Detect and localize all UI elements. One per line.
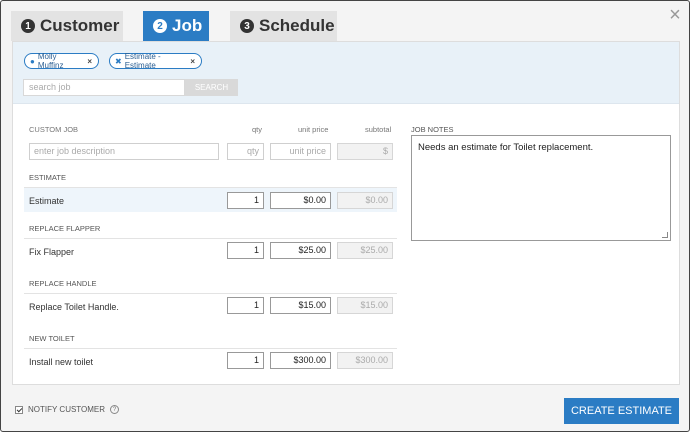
close-icon[interactable]: × xyxy=(667,5,683,25)
qty-input[interactable]: 1 xyxy=(227,192,264,209)
item-name: Estimate xyxy=(29,196,65,206)
qty-input[interactable]: 1 xyxy=(227,297,264,314)
job-notes-label: JOB NOTES xyxy=(411,125,454,134)
customer-chip[interactable]: ● Molly Muffinz × xyxy=(24,52,99,70)
notify-customer-checkbox[interactable] xyxy=(15,405,23,414)
unit-price-header: unit price xyxy=(298,125,329,134)
person-icon: ● xyxy=(30,56,35,66)
tab-schedule-label: Schedule xyxy=(259,16,335,35)
tab-schedule[interactable]: 3 Schedule xyxy=(230,11,337,41)
subtotal-field: $300.00 xyxy=(337,352,393,369)
step-number-2: 2 xyxy=(153,19,167,33)
tab-customer[interactable]: 1 Customer xyxy=(11,11,123,41)
qty-input[interactable]: 1 xyxy=(227,242,264,259)
estimate-chip[interactable]: ✖ Estimate - Estimate × xyxy=(109,52,202,70)
step-number-1: 1 xyxy=(21,19,35,33)
section-label-new-toilet: NEW TOILET xyxy=(29,334,75,343)
tab-job[interactable]: 2 Job xyxy=(143,11,209,41)
tab-customer-label: Customer xyxy=(40,16,120,35)
custom-qty-input[interactable]: qty xyxy=(227,143,264,160)
custom-job-header: CUSTOM JOB xyxy=(29,125,79,134)
search-job-input[interactable]: search job xyxy=(23,79,185,96)
resize-grip-icon[interactable] xyxy=(662,232,668,238)
item-name: Fix Flapper xyxy=(29,247,75,257)
section-label-estimate: ESTIMATE xyxy=(29,173,66,182)
job-search-area: ● Molly Muffinz × ✖ Estimate - Estimate … xyxy=(13,42,679,104)
step-number-3: 3 xyxy=(240,19,254,33)
unit-price-input[interactable]: $25.00 xyxy=(270,242,331,259)
subtotal-field: $25.00 xyxy=(337,242,393,259)
create-estimate-button[interactable]: CREATE ESTIMATE xyxy=(564,398,679,424)
section-label-replace-handle: REPLACE HANDLE xyxy=(29,279,97,288)
qty-input[interactable]: 1 xyxy=(227,352,264,369)
customer-chip-label: Molly Muffinz xyxy=(37,52,64,70)
help-icon[interactable]: ? xyxy=(110,405,120,414)
notify-customer-toggle[interactable]: NOTIFY CUSTOMER ? xyxy=(15,405,120,414)
job-description-input[interactable]: enter job description xyxy=(29,143,219,160)
item-name: Replace Toilet Handle. xyxy=(29,302,119,312)
subtotal-field: $15.00 xyxy=(337,297,393,314)
subtotal-header: subtotal xyxy=(365,125,392,134)
job-panel: ● Molly Muffinz × ✖ Estimate - Estimate … xyxy=(12,41,680,385)
tools-icon: ✖ xyxy=(115,56,122,66)
remove-customer-icon[interactable]: × xyxy=(87,57,92,66)
unit-price-input[interactable]: $15.00 xyxy=(270,297,331,314)
item-name: Install new toilet xyxy=(29,357,94,367)
custom-subtotal-field: $ xyxy=(337,143,393,160)
subtotal-field: $0.00 xyxy=(337,192,393,209)
section-label-replace-flapper: REPLACE FLAPPER xyxy=(29,224,101,233)
notify-customer-label: NOTIFY CUSTOMER xyxy=(28,405,106,414)
qty-header: qty xyxy=(252,125,263,134)
estimate-chip-label: Estimate - Estimate xyxy=(124,52,161,70)
job-notes-textarea[interactable]: Needs an estimate for Toilet replacement… xyxy=(411,135,671,241)
tab-job-label: Job xyxy=(172,16,203,35)
search-button[interactable]: SEARCH xyxy=(185,79,238,96)
custom-price-input[interactable]: unit price xyxy=(270,143,331,160)
job-notes-text: Needs an estimate for Toilet replacement… xyxy=(418,142,594,153)
unit-price-input[interactable]: $0.00 xyxy=(270,192,331,209)
unit-price-input[interactable]: $300.00 xyxy=(270,352,331,369)
remove-estimate-icon[interactable]: × xyxy=(190,57,195,66)
create-estimate-modal: 1 Customer 2 Job 3 Schedule × ● Molly Mu… xyxy=(0,0,690,432)
